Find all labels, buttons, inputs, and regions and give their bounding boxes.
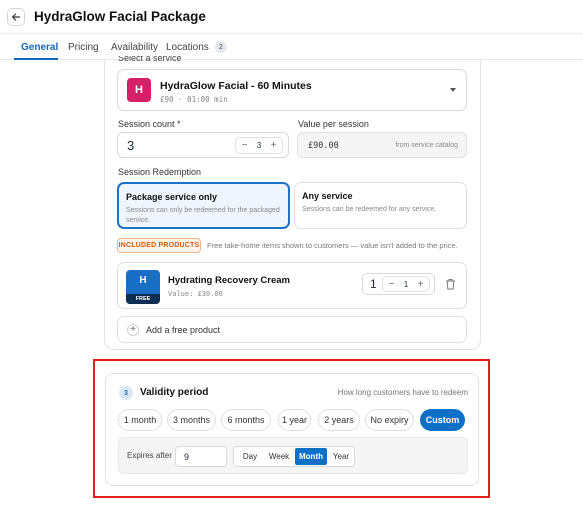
add-free-product-button[interactable]: + Add a free product [117, 316, 467, 343]
validity-chip-2-years[interactable]: 2 years [318, 409, 360, 431]
plus-icon: + [127, 324, 139, 336]
product-value: Value: £30.00 [168, 290, 223, 298]
product-quantity-field[interactable]: 1 − 1 + [362, 273, 435, 295]
plus-icon[interactable]: + [416, 279, 425, 290]
validity-chip-1-month[interactable]: 1 month [118, 409, 162, 431]
unit-week[interactable]: Week [264, 447, 294, 466]
tab-pricing[interactable]: Pricing [68, 34, 99, 60]
expiry-unit-selector: Day Week Month Year [233, 446, 355, 467]
session-redemption-label: Session Redemption [118, 167, 202, 177]
option-title: Any service [302, 191, 353, 201]
unit-day[interactable]: Day [238, 447, 262, 466]
product-icon-letter: H [139, 275, 147, 286]
minus-icon[interactable]: − [240, 140, 249, 151]
product-name: Hydrating Recovery Cream [168, 275, 290, 286]
unit-month[interactable]: Month [295, 448, 327, 465]
custom-expiry-row: Expires after 9 Day Week Month Year [118, 437, 468, 474]
redemption-option-package-only[interactable]: Package service only Sessions can only b… [117, 182, 290, 229]
option-title: Package service only [126, 192, 218, 202]
stepper-value: 3 [256, 141, 262, 150]
validity-chip-1-year[interactable]: 1 year [278, 409, 311, 431]
unit-year[interactable]: Year [328, 447, 354, 466]
select-service-label: Select a service [118, 56, 182, 62]
option-description: Sessions can only be redeemed for the pa… [126, 207, 280, 224]
step-number-badge: 3 [119, 386, 133, 400]
value-per-session-value: £90.00 [308, 141, 339, 151]
expires-after-label: Expires after [127, 451, 172, 460]
included-products-badge: INCLUDED PRODUCTS [117, 238, 201, 253]
service-details: £90 · 01:00 min [160, 95, 228, 104]
service-name: HydraGlow Facial - 60 Minutes [160, 80, 312, 92]
arrow-left-icon [12, 12, 21, 21]
locations-count-badge: 2 [214, 41, 227, 53]
validity-title: Validity period [140, 387, 209, 398]
back-button[interactable] [7, 7, 25, 26]
value-per-session-hint: from service catalog [395, 142, 458, 149]
session-count-value: 3 [127, 138, 135, 153]
plus-icon[interactable]: + [269, 140, 278, 151]
stepper-value: 1 [403, 279, 409, 289]
trash-icon[interactable] [445, 278, 456, 290]
session-count-stepper: − 3 + [235, 137, 283, 154]
top-bar: HydraGlow Facial Package [0, 0, 583, 34]
option-description: Sessions can be redeemed for any service… [302, 206, 437, 213]
validity-chip-3-months[interactable]: 3 months [167, 409, 216, 431]
chevron-down-icon [450, 88, 456, 92]
active-tab-indicator [14, 58, 58, 60]
included-products-note: Free take-home items shown to customers … [207, 241, 458, 250]
session-count-field[interactable]: 3 − 3 + [117, 132, 289, 158]
validity-chip-6-months[interactable]: 6 months [221, 409, 271, 431]
session-count-label: Session count * [118, 119, 181, 129]
tab-bar: General Pricing Availability Locations 2 [0, 34, 583, 60]
tab-general[interactable]: General [21, 34, 58, 60]
validity-chip-no-expiry[interactable]: No expiry [365, 409, 414, 431]
included-product-row: H FREE Hydrating Recovery Cream Value: £… [117, 262, 467, 309]
add-free-product-label: Add a free product [146, 325, 221, 335]
tab-locations-label: Locations [166, 41, 209, 53]
service-select[interactable]: H HydraGlow Facial - 60 Minutes £90 · 01… [117, 69, 467, 111]
product-icon: H FREE [126, 270, 160, 304]
validity-hint: How long customers have to redeem [337, 388, 468, 397]
page-title: HydraGlow Facial Package [34, 9, 206, 24]
product-quantity-stepper: − 1 + [382, 276, 430, 292]
redemption-option-any-service[interactable]: Any service Sessions can be redeemed for… [294, 182, 467, 229]
free-badge: FREE [126, 294, 160, 304]
validity-period-section: 3 Validity period How long customers hav… [105, 373, 479, 486]
value-per-session-label: Value per session [298, 119, 369, 129]
expires-after-input[interactable]: 9 [175, 446, 227, 467]
service-icon: H [127, 78, 151, 102]
minus-icon[interactable]: − [387, 279, 396, 290]
product-quantity-value: 1 [370, 277, 377, 291]
validity-chip-custom[interactable]: Custom [420, 409, 465, 431]
value-per-session-field: £90.00 from service catalog [297, 132, 467, 158]
